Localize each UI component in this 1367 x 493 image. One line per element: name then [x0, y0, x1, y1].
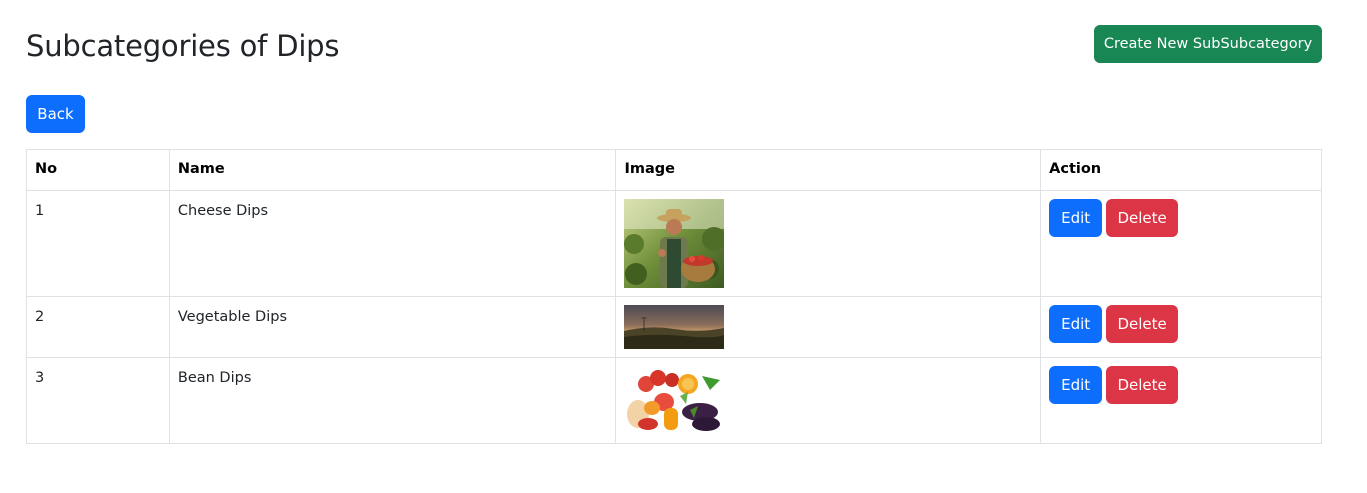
table-header-row: No Name Image Action	[26, 149, 1322, 191]
cell-no: 2	[26, 296, 170, 358]
edit-button[interactable]: Edit	[1049, 305, 1103, 343]
cell-action: Edit Delete	[1040, 357, 1322, 444]
page: Subcategories of Dips Create New SubSubc…	[0, 0, 1367, 493]
edit-button[interactable]: Edit	[1049, 199, 1103, 237]
cell-action: Edit Delete	[1040, 190, 1322, 297]
sunset-field-image	[624, 305, 725, 349]
cell-name: Bean Dips	[168, 357, 617, 444]
cell-action: Edit Delete	[1040, 296, 1322, 358]
page-title: Subcategories of Dips	[26, 29, 340, 63]
cell-image	[615, 296, 1042, 358]
row-actions: Edit Delete	[1049, 366, 1313, 404]
back-button[interactable]: Back	[26, 95, 85, 133]
delete-button[interactable]: Delete	[1106, 366, 1179, 404]
table-row: 2 Vegetable Dips Edit Delete	[26, 296, 1322, 358]
cell-image	[615, 357, 1042, 444]
header-name: Name	[168, 149, 617, 191]
edit-button[interactable]: Edit	[1049, 366, 1103, 404]
delete-button[interactable]: Delete	[1106, 199, 1179, 237]
delete-button[interactable]: Delete	[1106, 305, 1179, 343]
create-subsubcategory-button[interactable]: Create New SubSubcategory	[1094, 25, 1322, 63]
table-row: 3 Bean Dips Edit Delete	[26, 357, 1322, 444]
header-action: Action	[1040, 149, 1322, 191]
subcategories-table: No Name Image Action 1 Cheese Dips Edit …	[26, 149, 1322, 444]
vegetables-fruits-image	[624, 366, 725, 435]
header-image: Image	[615, 149, 1042, 191]
header-no: No	[26, 149, 170, 191]
farmer-with-basket-image	[624, 199, 725, 288]
row-actions: Edit Delete	[1049, 199, 1313, 237]
table-row: 1 Cheese Dips Edit Delete	[26, 190, 1322, 297]
cell-no: 1	[26, 190, 170, 297]
cell-name: Vegetable Dips	[168, 296, 617, 358]
cell-image	[615, 190, 1042, 297]
row-actions: Edit Delete	[1049, 305, 1313, 343]
cell-no: 3	[26, 357, 170, 444]
cell-name: Cheese Dips	[168, 190, 617, 297]
